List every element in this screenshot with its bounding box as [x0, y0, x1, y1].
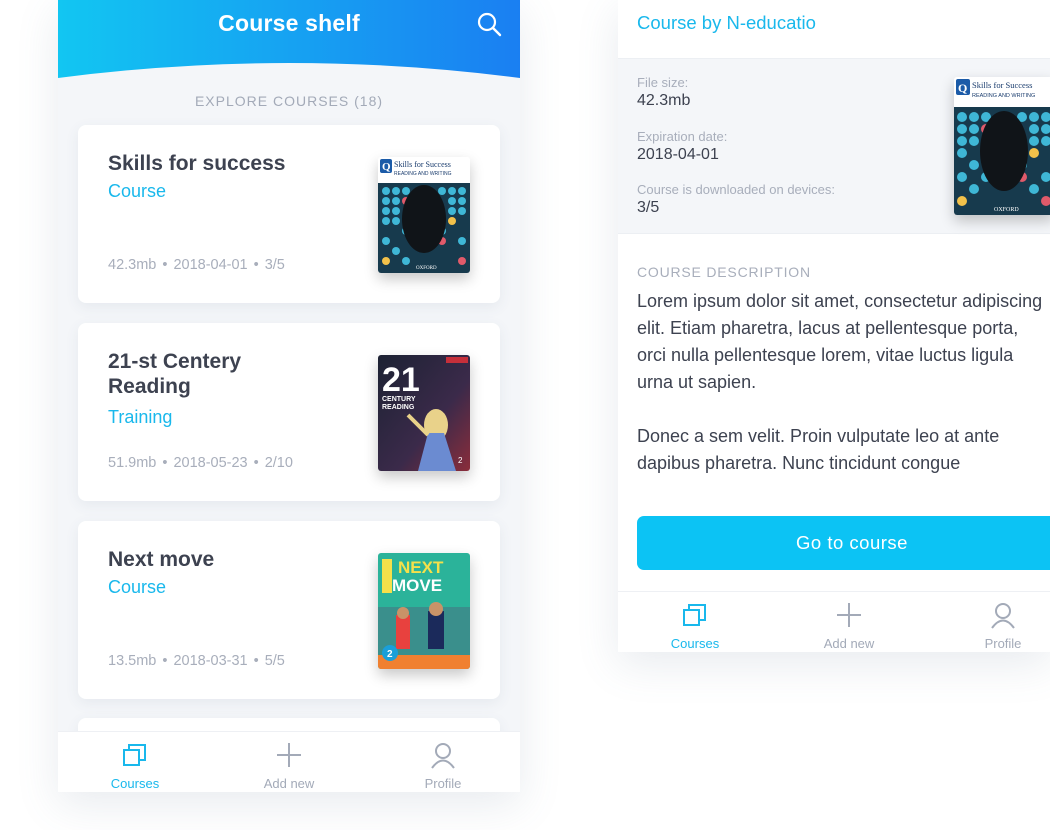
- tab-profile[interactable]: Profile: [366, 732, 520, 792]
- course-type: Training: [108, 407, 173, 427]
- tab-label: Courses: [670, 636, 720, 651]
- svg-text:OXFORD: OXFORD: [994, 207, 1019, 213]
- course-card-next-move[interactable]: Next move Course 13.5mb • 2018-03-31 • 5/5 N…: [78, 521, 500, 699]
- tab-courses[interactable]: Courses: [618, 592, 772, 652]
- go-to-course-button[interactable]: Go to course: [637, 516, 1050, 570]
- svg-text:READING AND WRITING: READING AND WRITING: [972, 93, 1035, 99]
- tab-label: Add new: [263, 776, 315, 791]
- course-size: 51.9mb: [108, 455, 157, 471]
- course-meta: 13.5mb • 2018-03-31 • 5/5: [108, 653, 285, 669]
- course-date: 2018-05-23: [173, 455, 248, 471]
- course-meta: 51.9mb • 2018-05-23 • 2/10: [108, 455, 293, 471]
- svg-text:CENTURY: CENTURY: [382, 396, 416, 403]
- tab-bar: Courses Add new Profile: [58, 731, 520, 792]
- tab-bar: Courses Add new Profile: [618, 591, 1050, 652]
- courses-icon: [123, 744, 146, 766]
- svg-text:Skills for Success: Skills for Success: [972, 80, 1032, 90]
- svg-text:NEXT: NEXT: [398, 558, 444, 577]
- expiration-label: Expiration date:: [637, 129, 728, 144]
- course-date: 2018-04-01: [173, 257, 248, 273]
- course-devices: 2/10: [264, 455, 293, 471]
- devices-label: Course is downloaded on devices:: [637, 182, 836, 197]
- svg-text:Q: Q: [382, 161, 391, 173]
- svg-text:2: 2: [387, 649, 393, 660]
- course-info-panel: File size: 42.3mb Expiration date: 2018-…: [618, 58, 1050, 234]
- course-type: Course: [108, 577, 167, 597]
- course-description-p2: Donec a sem velit. Proin vulputate leo a…: [637, 426, 1000, 473]
- course-devices: 5/5: [264, 653, 285, 669]
- course-size: 13.5mb: [108, 653, 157, 669]
- course-card-skills-for-success[interactable]: Skills for success Course 42.3mb • 2018-04…: [78, 125, 500, 303]
- book-cover-skills: Q Skills for Success READING AND WRITING…: [954, 77, 1050, 215]
- file-size-label: File size:: [637, 75, 689, 90]
- tab-add-new[interactable]: Add new: [772, 592, 926, 652]
- plus-icon: [277, 743, 301, 767]
- course-date: 2018-03-31: [173, 653, 248, 669]
- svg-text:MOVE: MOVE: [392, 576, 442, 595]
- devices-value: 3/5: [637, 199, 660, 216]
- page-title: Course shelf: [218, 10, 360, 36]
- course-description-label: COURSE DESCRIPTION: [637, 264, 811, 280]
- profile-icon: [991, 603, 1015, 629]
- course-detail-screen: Course by N-educatio File size: 42.3mb E…: [618, 0, 1050, 652]
- expiration-value: 2018-04-01: [637, 146, 719, 163]
- svg-text:Q: Q: [958, 81, 967, 95]
- svg-text:READING: READING: [382, 404, 415, 411]
- course-type: Course: [108, 181, 167, 201]
- course-devices: 3/5: [264, 257, 285, 273]
- tab-label: Profile: [424, 776, 462, 791]
- svg-text:Skills for Success: Skills for Success: [394, 160, 451, 169]
- tab-label: Profile: [984, 636, 1022, 651]
- profile-icon: [431, 743, 455, 769]
- courses-icon: [683, 604, 706, 626]
- book-cover-skills: Q Skills for Success READING AND WRITING…: [378, 157, 470, 273]
- course-description-p1: Lorem ipsum dolor sit amet, consectetur …: [637, 291, 1043, 392]
- course-card-21st-century-reading[interactable]: 21-st Centery Reading Training 51.9mb • 20…: [78, 323, 500, 501]
- course-title: Next move: [108, 548, 215, 571]
- course-shelf-screen: Course shelf EXPLORE COURSES (18) Skills…: [58, 0, 520, 792]
- course-author-link[interactable]: Course by N-educatio: [637, 12, 816, 34]
- course-title: 21-st Centery Reading: [108, 350, 242, 398]
- tab-label: Courses: [110, 776, 160, 791]
- book-cover-next-move: NEXT MOVE 2: [378, 553, 470, 669]
- section-label: EXPLORE COURSES (18): [194, 93, 384, 109]
- course-meta: 42.3mb • 2018-04-01 • 3/5: [108, 257, 285, 273]
- svg-text:READING AND WRITING: READING AND WRITING: [394, 171, 452, 177]
- book-cover-21st-century: 21 CENTURY READING 2: [378, 355, 470, 471]
- file-size-value: 42.3mb: [637, 92, 691, 109]
- tab-add-new[interactable]: Add new: [212, 732, 366, 792]
- svg-text:21: 21: [382, 361, 420, 399]
- svg-text:OXFORD: OXFORD: [416, 266, 437, 271]
- tab-profile[interactable]: Profile: [926, 592, 1050, 652]
- course-title: Skills for success: [108, 152, 286, 175]
- course-size: 42.3mb: [108, 257, 157, 273]
- svg-text:2: 2: [458, 456, 463, 465]
- tab-label: Add new: [823, 636, 875, 651]
- plus-icon: [837, 603, 861, 627]
- tab-courses[interactable]: Courses: [58, 732, 212, 792]
- search-icon[interactable]: [476, 11, 502, 37]
